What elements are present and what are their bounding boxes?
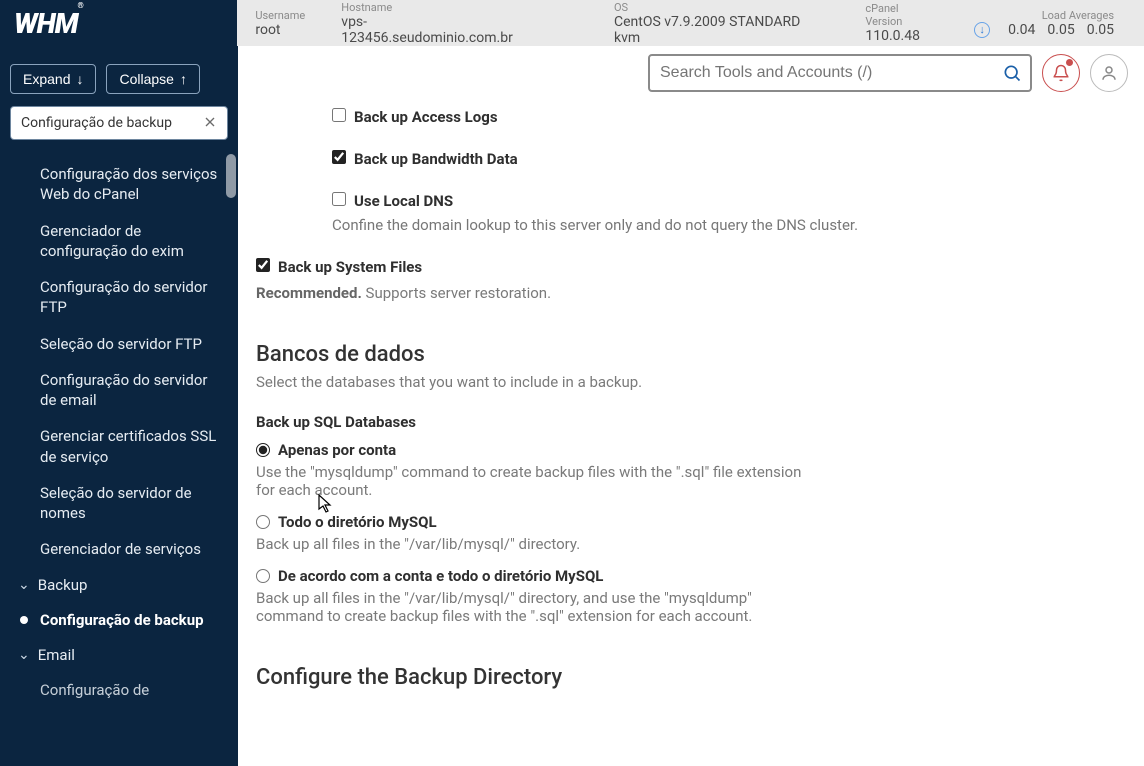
local-dns-help: Confine the domain lookup to this server…: [332, 216, 892, 234]
search-wrap: [648, 54, 1032, 92]
sidebar-controls: Expand ↓ Collapse ↑: [0, 46, 238, 106]
checkbox-sysfiles-label: Back up System Files: [278, 258, 422, 276]
db-subheading: Select the databases that you want to in…: [256, 373, 1104, 391]
meta-cpanel: cPanel Version 110.0.48: [847, 2, 956, 44]
sidebar-item[interactable]: Seleção do servidor FTP: [0, 326, 238, 362]
meta-username: Username root: [237, 9, 323, 38]
sysfiles-tip-rest: Supports server restoration.: [362, 284, 551, 302]
collapse-button[interactable]: Collapse ↑: [106, 64, 199, 94]
hostname-label: Hostname: [341, 1, 538, 14]
os-value: CentOS v7.9.2009 STANDARD kvm: [614, 14, 829, 46]
sysfiles-tip: Recommended. Supports server restoration…: [256, 284, 1104, 302]
sidebar-section-label: Backup: [38, 576, 88, 594]
meta-os: OS CentOS v7.9.2009 STANDARD kvm: [596, 1, 847, 46]
db-heading: Bancos de dados: [256, 342, 1104, 367]
sidebar-filter: Configuração de backup: [0, 106, 238, 152]
checkbox-row-sysfiles: Back up System Files: [256, 258, 1104, 276]
sysfiles-tip-strong: Recommended.: [256, 284, 362, 302]
collapse-label: Collapse: [119, 71, 173, 87]
user-icon: [1100, 64, 1118, 82]
radio-entire-dir-help: Back up all files in the "/var/lib/mysql…: [256, 535, 816, 553]
sidebar-scroll-thumb[interactable]: [226, 154, 236, 198]
sql-backup-title: Back up SQL Databases: [256, 413, 1104, 431]
checkbox-local-dns-label: Use Local DNS: [354, 192, 453, 210]
account-button[interactable]: [1090, 54, 1128, 92]
sidebar-filter-value: Configuração de backup: [21, 115, 172, 131]
username-label: Username: [255, 9, 305, 22]
checkbox-bandwidth-label: Back up Bandwidth Data: [354, 150, 518, 168]
username-value: root: [255, 22, 305, 38]
radio-row-both: De acordo com a conta e todo o diretório…: [256, 567, 1104, 585]
arrow-down-icon: ↓: [76, 71, 83, 87]
radio-per-account-label: Apenas por conta: [278, 441, 396, 459]
radio-both[interactable]: [256, 569, 270, 583]
sidebar-item[interactable]: Gerenciador de serviços: [0, 531, 238, 567]
checkbox-local-dns[interactable]: [332, 192, 346, 206]
checkbox-bandwidth[interactable]: [332, 150, 346, 164]
logo-block: WHM®: [0, 0, 237, 46]
hostname-value: vps-123456.seudominio.com.br: [341, 14, 538, 46]
load-1m: 0.04: [1008, 22, 1035, 38]
sidebar-item[interactable]: Configuração do servidor FTP: [0, 269, 238, 326]
sidebar-scrollbar[interactable]: [226, 152, 236, 766]
sidebar-item[interactable]: Configuração do servidor de email: [0, 362, 238, 419]
checkbox-sysfiles[interactable]: [256, 258, 270, 272]
search-input[interactable]: [648, 54, 1032, 92]
checkbox-row-access-logs: Back up Access Logs: [332, 108, 1104, 126]
load-values: ↓ 0.04 0.05 0.05: [974, 22, 1114, 38]
radio-both-label: De acordo com a conta e todo o diretório…: [278, 567, 603, 585]
checkbox-access-logs-label: Back up Access Logs: [354, 108, 498, 126]
backup-dir-heading: Configure the Backup Directory: [256, 665, 1104, 690]
meta-load: Load Averages ↓ 0.04 0.05 0.05: [956, 9, 1132, 38]
cpanel-value: 110.0.48: [865, 28, 938, 44]
radio-entire-dir-label: Todo o diretório MySQL: [278, 513, 437, 531]
chevron-down-icon: ⌄: [18, 647, 30, 663]
radio-per-account-help: Use the "mysqldump" command to create ba…: [256, 463, 816, 499]
sidebar-item[interactable]: Gerenciar certificados SSL de serviço: [0, 418, 238, 475]
notification-dot-icon: [1066, 59, 1073, 66]
search-icon: [1002, 63, 1022, 83]
checkbox-access-logs[interactable]: [332, 108, 346, 122]
whm-logo: WHM®: [14, 7, 83, 40]
sidebar-section-label: Email: [38, 646, 75, 664]
checkbox-row-local-dns: Use Local DNS: [332, 192, 1104, 210]
sidebar-item[interactable]: Seleção do servidor de nomes: [0, 475, 238, 532]
chevron-down-icon: ⌄: [18, 577, 30, 593]
expand-button[interactable]: Expand ↓: [10, 64, 96, 94]
load-5m: 0.05: [1047, 22, 1074, 38]
sidebar-section-backup[interactable]: ⌄ Backup: [0, 568, 238, 602]
clear-filter-icon[interactable]: [202, 114, 218, 134]
sidebar: Expand ↓ Collapse ↑ Configuração de back…: [0, 46, 238, 766]
radio-entire-dir[interactable]: [256, 515, 270, 529]
download-icon: ↓: [974, 22, 990, 38]
radio-both-help: Back up all files in the "/var/lib/mysql…: [256, 589, 816, 625]
load-15m: 0.05: [1087, 22, 1114, 38]
checkbox-row-bandwidth: Back up Bandwidth Data: [332, 150, 1104, 168]
sidebar-filter-input[interactable]: Configuração de backup: [10, 106, 228, 140]
meta-hostname: Hostname vps-123456.seudominio.com.br: [323, 1, 556, 46]
topbar: WHM® Username root Hostname vps-123456.s…: [0, 0, 1144, 46]
notifications-button[interactable]: [1042, 54, 1080, 92]
sidebar-section-email[interactable]: ⌄ Email: [0, 638, 238, 672]
toolbar: [238, 46, 1144, 100]
sidebar-item-active[interactable]: Configuração de backup: [0, 602, 238, 638]
os-label: OS: [614, 1, 829, 14]
radio-row-entire-dir: Todo o diretório MySQL: [256, 513, 1104, 531]
sidebar-nav: Configuração dos serviços Web do cPanel …: [0, 152, 238, 728]
sidebar-item[interactable]: Configuração de: [0, 672, 238, 708]
load-label: Load Averages: [974, 9, 1114, 22]
radio-per-account[interactable]: [256, 443, 270, 457]
sidebar-item[interactable]: Configuração dos serviços Web do cPanel: [0, 156, 238, 213]
arrow-up-icon: ↑: [180, 71, 187, 87]
radio-row-per-account: Apenas por conta: [256, 441, 1104, 459]
main-content: Back up Access Logs Back up Bandwidth Da…: [238, 100, 1144, 766]
sidebar-item[interactable]: Gerenciador de configuração do exim: [0, 213, 238, 270]
cpanel-label: cPanel Version: [865, 2, 938, 28]
bell-icon: [1052, 64, 1070, 82]
expand-label: Expand: [23, 71, 70, 87]
